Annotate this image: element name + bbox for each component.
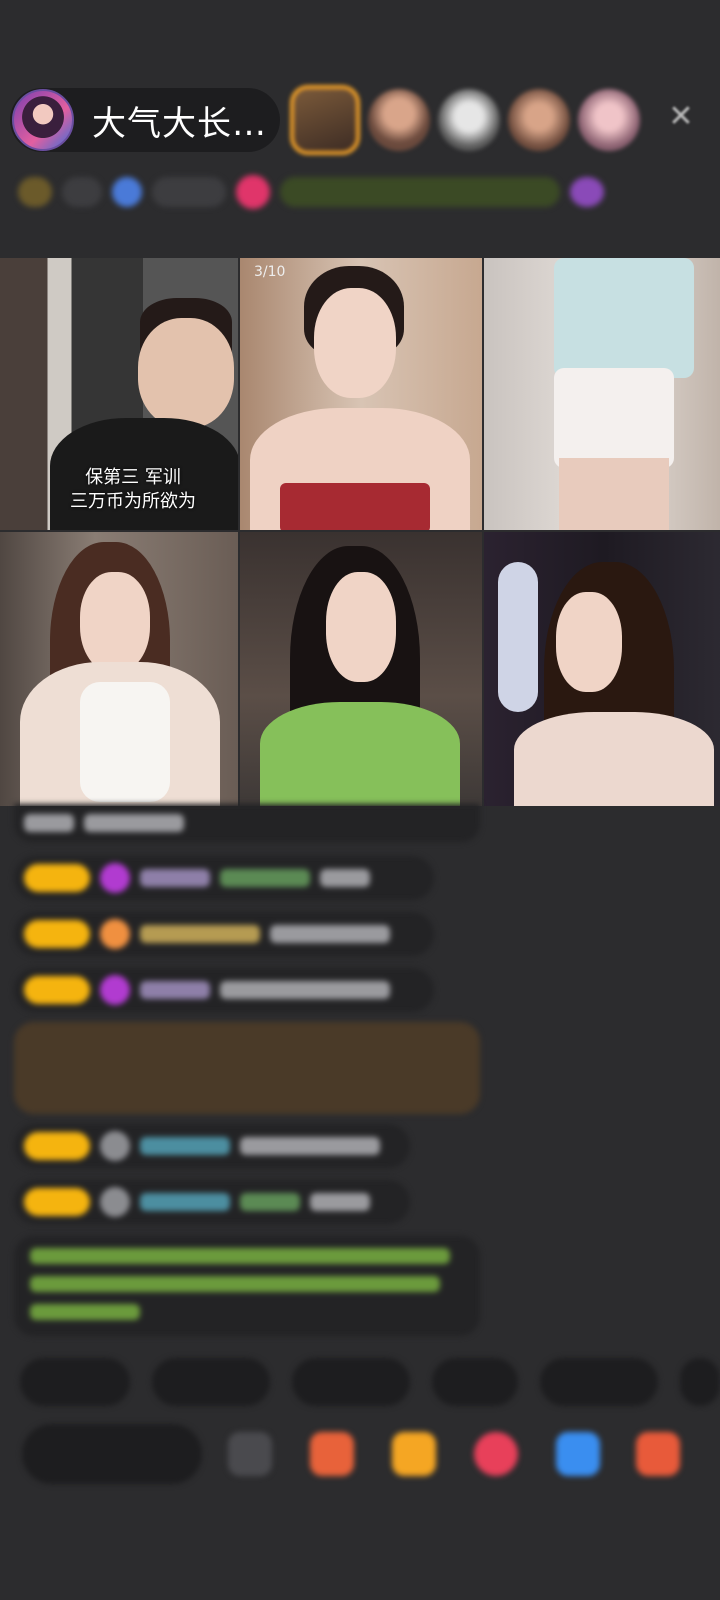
guest-figure [556,592,622,692]
follow-icon[interactable] [236,175,270,209]
chat-text [270,925,390,943]
info-chip[interactable] [62,177,102,207]
guest-figure [514,712,714,806]
gift-icon[interactable] [636,1432,680,1476]
video-tile-3[interactable] [484,258,720,530]
guest-figure [314,288,396,398]
chat-text [220,981,390,999]
quick-reply-button[interactable] [540,1358,658,1406]
video-tile-1[interactable]: 保第三 军训 三万币为所欲为 [0,258,238,530]
guest-caption: 保第三 军训 三万币为所欲为 [70,466,196,514]
level-badge [24,1132,90,1160]
system-notice[interactable] [14,1022,480,1114]
quick-reply-button[interactable] [152,1358,270,1406]
guest-figure [280,483,430,530]
quick-reply-button[interactable] [432,1358,518,1406]
viewer-avatar[interactable] [508,89,570,151]
level-badge [24,976,90,1004]
chat-input[interactable] [22,1424,202,1484]
guest-figure [554,258,694,378]
viewer-avatar[interactable] [578,89,640,151]
chat-username[interactable] [240,1193,300,1211]
gem-icon [100,1187,130,1217]
page-indicator: 3/10 [254,264,286,280]
chat-text [310,1193,370,1211]
video-tile-6[interactable] [484,532,720,806]
info-chip[interactable] [152,177,226,207]
guest-figure [80,572,150,672]
announcement-line [30,1304,140,1320]
level-badge [24,920,90,948]
rank-badge[interactable] [18,177,52,207]
guest-figure [559,458,669,530]
video-tile-4[interactable] [0,532,238,806]
chat-username[interactable] [140,869,210,887]
chat-message[interactable] [14,804,480,842]
emoji-icon[interactable] [228,1432,272,1476]
chat-message[interactable] [14,968,434,1012]
level-badge [24,864,90,892]
guest-figure [260,702,460,806]
chat-username[interactable] [220,869,310,887]
guest-figure [138,318,234,428]
close-icon[interactable]: ✕ [664,100,698,134]
guest-figure [80,682,170,802]
gift-icon[interactable] [570,177,604,207]
video-tile-5[interactable] [240,532,482,806]
multi-guest-video-grid: 保第三 军训 三万币为所欲为 3/10 [0,258,720,806]
video-tile-2[interactable]: 3/10 [240,258,482,530]
chat-text [320,869,370,887]
gift-box-icon[interactable] [392,1432,436,1476]
caption-line: 三万币为所欲为 [70,491,196,512]
chat-text [24,814,74,832]
activity-chip[interactable] [280,177,560,207]
room-info-bar [18,168,686,216]
link-mic-icon[interactable] [474,1432,518,1476]
gem-icon [100,863,130,893]
room-announcement [14,1236,480,1336]
quick-reply-button[interactable] [292,1358,410,1406]
host-name[interactable]: 大气大长… [92,96,267,145]
chat-username[interactable] [140,981,210,999]
guest-figure [554,368,674,468]
viewer-avatar[interactable] [368,89,430,151]
gem-icon [100,975,130,1005]
chat-username[interactable] [140,1137,230,1155]
quick-reply-button[interactable] [20,1358,130,1406]
chat-text [84,814,184,832]
chat-username[interactable] [140,925,260,943]
viewer-avatar[interactable] [438,89,500,151]
caption-line: 保第三 军训 [85,467,181,488]
chat-text [240,1137,380,1155]
host-avatar[interactable] [12,89,74,151]
chat-username[interactable] [140,1193,230,1211]
chat-message[interactable] [14,856,434,900]
host-info-pill[interactable]: 大气大长… [10,88,280,152]
quick-reply-button[interactable] [680,1358,720,1406]
guest-figure [498,562,538,712]
chat-message[interactable] [14,912,434,956]
guest-figure [326,572,396,682]
top-viewers-list [290,85,640,155]
gem-icon [100,1131,130,1161]
chat-message[interactable] [14,1180,410,1224]
share-icon[interactable] [556,1432,600,1476]
fan-club-icon[interactable] [310,1432,354,1476]
gem-icon [100,919,130,949]
announcement-line [30,1248,450,1264]
quick-reply-row [20,1358,720,1406]
level-badge [24,1188,90,1216]
chat-message[interactable] [14,1124,410,1168]
announcement-line [30,1276,440,1292]
fan-icon[interactable] [112,177,142,207]
viewer-avatar[interactable] [290,85,360,155]
